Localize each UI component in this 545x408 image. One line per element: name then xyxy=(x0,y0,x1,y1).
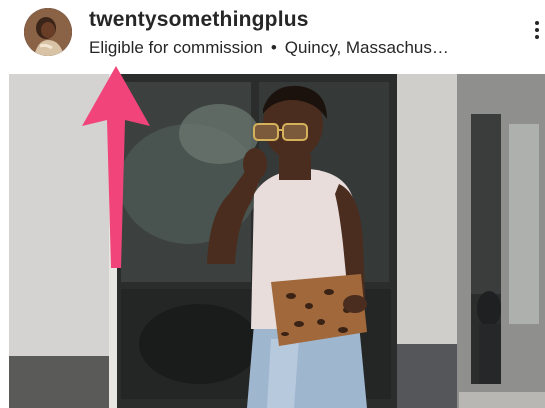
more-vertical-icon xyxy=(531,21,543,39)
post-header: twentysomethingplus Eligible for commiss… xyxy=(0,0,545,72)
profile-avatar-icon xyxy=(24,8,72,56)
post-photo[interactable] xyxy=(9,74,545,408)
instagram-post: twentysomethingplus Eligible for commiss… xyxy=(0,0,545,408)
post-subline: Eligible for commission • Quincy, Massachu… xyxy=(89,38,509,58)
more-options-button[interactable] xyxy=(531,18,543,48)
commission-label: Eligible for commission xyxy=(89,38,263,57)
separator-dot: • xyxy=(270,38,277,57)
avatar[interactable] xyxy=(24,8,72,56)
street-fashion-photo xyxy=(9,74,545,408)
username-link[interactable]: twentysomethingplus xyxy=(89,8,309,32)
location-link[interactable]: Quincy, Massachus… xyxy=(285,38,449,57)
